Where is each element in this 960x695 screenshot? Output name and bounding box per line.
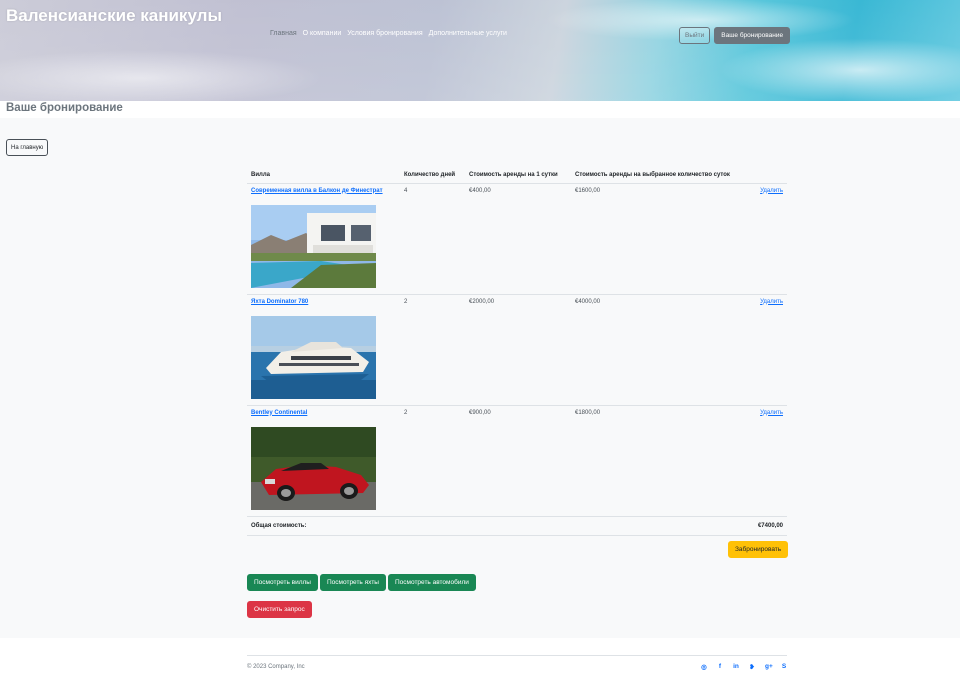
price-per-day-cell: €400,00: [465, 183, 571, 295]
brand-title[interactable]: Валенсианские каникулы: [6, 6, 222, 26]
delete-link[interactable]: Удалить: [760, 410, 783, 416]
copyright-text: © 2023 Company, Inc: [247, 664, 305, 670]
action-cell: Удалить: [751, 294, 787, 406]
footer: © 2023 Company, Inc ◎ f in ❥ g+ S: [247, 655, 787, 685]
column-header-days: Количество дней: [400, 165, 465, 184]
price-per-day-cell: €900,00: [465, 405, 571, 517]
price-per-day-cell: €2000,00: [465, 294, 571, 406]
item-cell: Bentley Continental: [247, 405, 400, 517]
item-cell: Яхта Dominator 780: [247, 294, 400, 406]
item-link[interactable]: Современная вилла в Балкон де Финестрат: [251, 188, 383, 194]
twitter-icon[interactable]: ❥: [749, 663, 755, 671]
view-villas-button[interactable]: Посмотреть виллы: [247, 574, 318, 591]
action-cell: Удалить: [751, 183, 787, 295]
social-links: ◎ f in ❥ g+ S: [701, 663, 787, 671]
table-header-row: Вилла Количество дней Стоимость аренды н…: [247, 165, 787, 184]
header-hero: Валенсианские каникулы Главная О компани…: [0, 0, 960, 101]
facebook-icon[interactable]: f: [717, 663, 723, 671]
header-buttons: Выйти Ваше бронирование: [679, 27, 791, 44]
booking-table: Вилла Количество дней Стоимость аренды н…: [247, 165, 787, 536]
view-yachts-button[interactable]: Посмотреть яхты: [319, 574, 386, 591]
item-cell: Современная вилла в Балкон де Финестрат: [247, 183, 400, 295]
column-header-price-per-day: Стоимость аренды на 1 сутки: [465, 165, 571, 184]
villa-photo[interactable]: [251, 204, 376, 288]
nav-link-extra-services[interactable]: Дополнительные услуги: [429, 30, 507, 37]
nav-link-about[interactable]: О компании: [303, 30, 342, 37]
table-row: Bentley Continental 2 €900,00 €1800,00 У…: [247, 405, 787, 517]
page-title: Ваше бронирование: [6, 102, 123, 114]
linkedin-icon[interactable]: in: [733, 663, 739, 671]
logout-button[interactable]: Выйти: [679, 27, 711, 44]
main-nav: Главная О компании Условия бронирования …: [270, 30, 507, 37]
google-plus-icon[interactable]: g+: [765, 663, 773, 671]
clear-request-button[interactable]: Очистить запрос: [247, 601, 312, 618]
action-cell: Удалить: [751, 405, 787, 517]
price-total-cell: €4000,00: [571, 294, 751, 406]
delete-link[interactable]: Удалить: [760, 299, 783, 305]
nav-link-home[interactable]: Главная: [270, 30, 297, 37]
column-header-actions: [751, 165, 787, 184]
days-cell: 2: [400, 294, 465, 406]
column-header-price-total: Стоимость аренды на выбранное количество…: [571, 165, 751, 184]
villa-photo-image: [251, 204, 376, 288]
view-cars-button[interactable]: Посмотреть автомобили: [387, 574, 476, 591]
my-booking-button[interactable]: Ваше бронирование: [714, 27, 791, 44]
table-row: Яхта Dominator 780 2 €2000,00 €4000,00 У…: [247, 294, 787, 406]
car-photo-image: [251, 426, 376, 510]
delete-link[interactable]: Удалить: [760, 188, 783, 194]
item-link[interactable]: Яхта Dominator 780: [251, 299, 308, 305]
price-total-cell: €1600,00: [571, 183, 751, 295]
nav-link-booking-terms[interactable]: Условия бронирования: [347, 30, 422, 37]
home-button[interactable]: На главную: [6, 139, 49, 156]
total-row: Общая стоимость: €7400,00: [247, 516, 787, 536]
days-cell: 4: [400, 183, 465, 295]
book-button[interactable]: Забронировать: [728, 541, 789, 558]
yacht-photo-image: [251, 315, 376, 399]
car-photo[interactable]: [251, 426, 376, 510]
table-row: Современная вилла в Балкон де Финестрат: [247, 183, 787, 295]
column-header-villa: Вилла: [247, 165, 400, 184]
browse-buttons: Посмотреть виллы Посмотреть яхты Посмотр…: [247, 574, 476, 591]
item-link[interactable]: Bentley Continental: [251, 410, 307, 416]
instagram-icon[interactable]: ◎: [701, 663, 707, 671]
skype-icon[interactable]: S: [781, 663, 787, 671]
total-value: €7400,00: [751, 516, 787, 536]
days-cell: 2: [400, 405, 465, 517]
yacht-photo[interactable]: [251, 315, 376, 399]
booking-content: На главную Вилла Количество дней Стоимос…: [0, 118, 960, 638]
price-total-cell: €1800,00: [571, 405, 751, 517]
total-label: Общая стоимость:: [247, 516, 751, 536]
